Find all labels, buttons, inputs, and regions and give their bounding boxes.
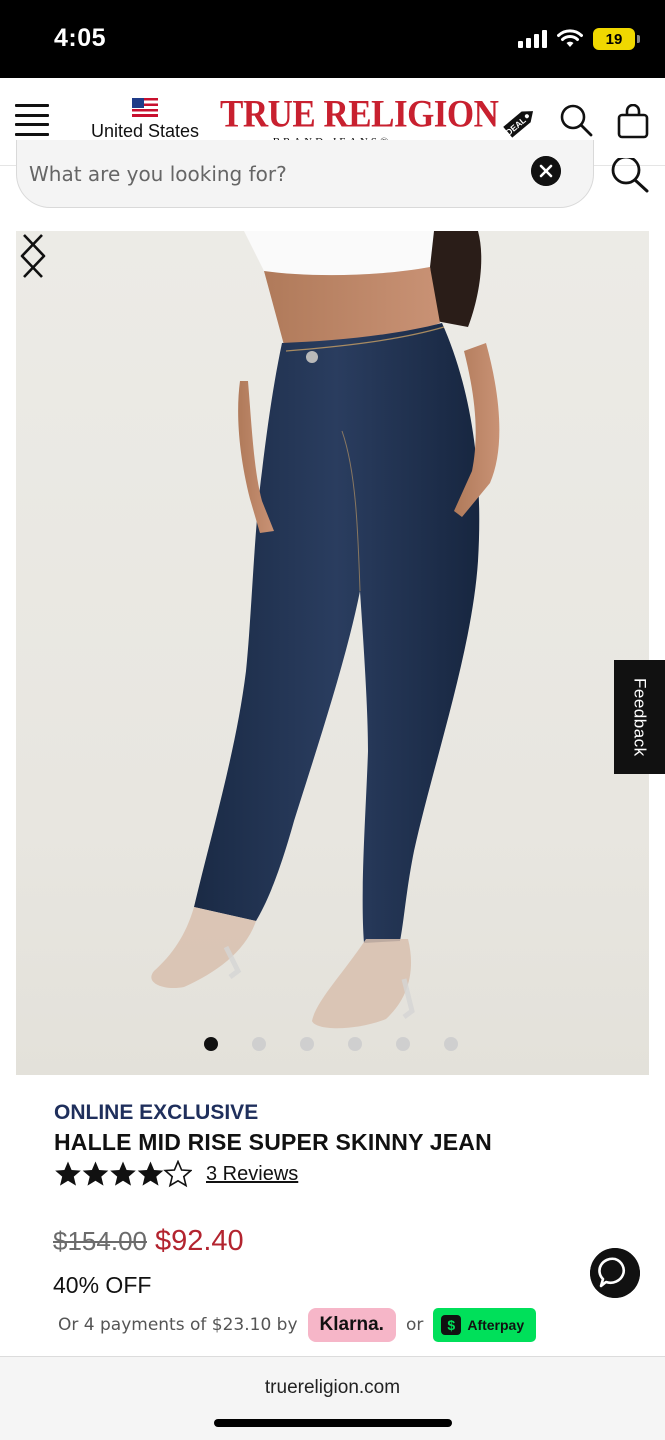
clear-search-icon[interactable] xyxy=(531,156,561,186)
klarna-badge[interactable]: Klarna. xyxy=(307,1308,396,1342)
status-icons: 19 xyxy=(518,28,640,50)
discount-label: 40% OFF xyxy=(53,1272,152,1298)
signal-icon xyxy=(518,30,547,48)
product-title: HALLE MID RISE SUPER SKINNY JEAN xyxy=(54,1129,492,1155)
chat-icon[interactable] xyxy=(590,1248,640,1298)
gallery-dot[interactable] xyxy=(348,1037,362,1051)
status-time: 4:05 xyxy=(54,24,107,52)
search-icon[interactable] xyxy=(558,102,594,138)
price-row: $154.00 $92.40 xyxy=(53,1225,244,1258)
sale-price: $92.40 xyxy=(154,1225,244,1257)
next-image-arrow-icon[interactable] xyxy=(16,231,50,281)
payment-or-text: or xyxy=(405,1315,424,1335)
afterpay-badge[interactable]: $ Afterpay xyxy=(433,1308,537,1342)
region-selector[interactable]: United States xyxy=(86,98,204,142)
search-submit-icon[interactable] xyxy=(608,158,650,198)
product-rating[interactable]: 3 Reviews xyxy=(54,1160,298,1188)
us-flag-icon xyxy=(132,98,158,117)
product-image-gallery[interactable] xyxy=(16,231,649,1075)
browser-address-bar[interactable]: truereligion.com xyxy=(0,1356,665,1440)
afterpay-label: Afterpay xyxy=(467,1317,525,1333)
installment-payment-row: Or 4 payments of $23.10 by Klarna. or $ … xyxy=(58,1308,537,1342)
gallery-dot[interactable] xyxy=(300,1037,314,1051)
search-input[interactable] xyxy=(29,156,509,192)
brand-name: TRUE RELIGION xyxy=(220,91,499,136)
gallery-dot[interactable] xyxy=(396,1037,410,1051)
installment-text: Or 4 payments of $23.10 by xyxy=(58,1315,298,1335)
original-price: $154.00 xyxy=(53,1226,147,1256)
search-bar xyxy=(16,140,594,208)
region-label: United States xyxy=(90,121,200,141)
feedback-tab[interactable]: Feedback xyxy=(614,660,665,774)
deals-tag-icon[interactable]: DEAL xyxy=(500,102,540,142)
gallery-dot[interactable] xyxy=(252,1037,266,1051)
afterpay-logo-icon: $ xyxy=(441,1315,462,1335)
rating-stars-icon xyxy=(55,1160,192,1187)
wifi-icon xyxy=(557,29,583,47)
feedback-label: Feedback xyxy=(630,677,650,757)
online-exclusive-tag: ONLINE EXCLUSIVE xyxy=(54,1101,259,1124)
url-text: truereligion.com xyxy=(264,1377,401,1398)
product-image xyxy=(151,231,500,1029)
reviews-link[interactable]: 3 Reviews xyxy=(206,1163,298,1186)
gallery-pagination xyxy=(204,1037,458,1051)
battery-icon: 19 xyxy=(593,28,640,50)
gallery-dot[interactable] xyxy=(444,1037,458,1051)
home-indicator xyxy=(214,1419,452,1427)
status-bar: 4:05 19 xyxy=(0,0,665,78)
battery-level: 19 xyxy=(605,30,623,48)
gallery-dot[interactable] xyxy=(204,1037,218,1051)
shopping-bag-icon[interactable] xyxy=(616,104,650,140)
menu-icon[interactable] xyxy=(15,104,49,136)
